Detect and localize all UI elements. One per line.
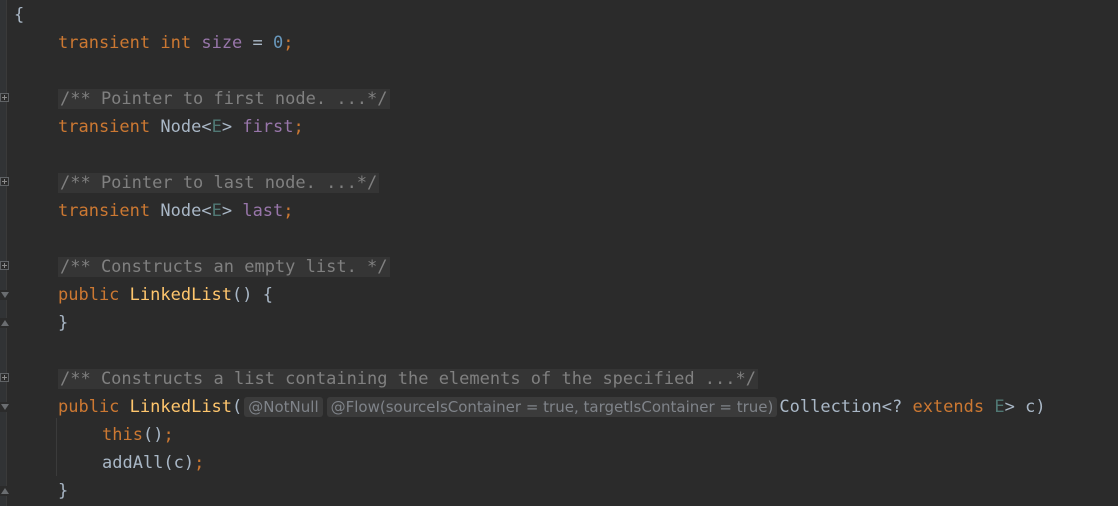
keyword: public (58, 285, 120, 305)
generic-close: > (221, 201, 233, 221)
close-brace: } (58, 481, 69, 501)
constructor-name: LinkedList (129, 397, 233, 417)
keyword: transient (58, 201, 151, 221)
semicolon: ; (194, 453, 205, 473)
type-keyword: int (160, 33, 192, 53)
fold-collapse-icon[interactable] (0, 290, 10, 300)
fold-expand-icon[interactable] (0, 177, 9, 186)
keyword: public (58, 397, 120, 417)
indent-guide (56, 418, 57, 476)
constructor-name: LinkedList (129, 285, 233, 305)
type-parameter: E (994, 397, 1005, 417)
field-name: size (201, 33, 243, 53)
fold-end-icon[interactable] (0, 486, 10, 496)
editor-gutter (0, 0, 7, 506)
generic-open: < (201, 117, 212, 137)
param-rest: > c) (1004, 397, 1046, 417)
type-name: Node (160, 117, 202, 137)
fold-expand-icon[interactable] (0, 373, 9, 382)
folded-doc-comment[interactable]: /** Constructs a list containing the ele… (58, 369, 758, 389)
code-line[interactable]: /** Constructs a list containing the ele… (58, 365, 758, 393)
code-line[interactable]: transient int size = 0; (58, 29, 294, 57)
semicolon: ; (283, 201, 294, 221)
close-brace: } (58, 313, 69, 333)
params: () { (232, 285, 273, 305)
call-parens: () (142, 425, 164, 445)
type-name: Collection<? (779, 397, 913, 417)
keyword-extends: extends (912, 397, 985, 417)
code-line[interactable]: public LinkedList(@NotNull @Flow(sourceIs… (58, 393, 1046, 421)
type-parameter: E (211, 201, 222, 221)
folded-doc-comment[interactable]: /** Pointer to first node. ...*/ (58, 89, 390, 109)
code-line[interactable]: } (58, 477, 68, 505)
semicolon: ; (283, 33, 294, 53)
keyword: transient (58, 33, 151, 53)
code-line[interactable]: public LinkedList() { (58, 281, 273, 309)
code-line[interactable]: { (14, 1, 24, 29)
inlay-hint-flow[interactable]: @Flow(sourceIsContainer = true, targetIs… (326, 397, 778, 417)
field-name: last (242, 201, 284, 221)
fold-end-icon[interactable] (0, 318, 10, 328)
field-name: first (242, 117, 294, 137)
code-line[interactable]: } (58, 309, 68, 337)
method-call: addAll(c) (102, 453, 195, 473)
code-line[interactable]: /** Pointer to last node. ...*/ (58, 169, 380, 197)
code-line[interactable]: transient Node<E> first; (58, 113, 304, 141)
fold-expand-icon[interactable] (0, 93, 9, 102)
fold-expand-icon[interactable] (0, 261, 9, 270)
code-line[interactable]: /** Pointer to first node. ...*/ (58, 85, 390, 113)
operator: = (242, 33, 274, 53)
type-name: Node (160, 201, 202, 221)
folded-doc-comment[interactable]: /** Pointer to last node. ...*/ (58, 173, 380, 193)
keyword: transient (58, 117, 151, 137)
keyword-this: this (102, 425, 143, 445)
code-line[interactable]: /** Constructs an empty list. */ (58, 253, 390, 281)
generic-open: < (201, 201, 212, 221)
inlay-hint-notnull[interactable]: @NotNull (244, 397, 323, 417)
code-line[interactable]: addAll(c); (102, 449, 204, 477)
type-parameter: E (211, 117, 222, 137)
fold-collapse-icon[interactable] (0, 402, 10, 412)
open-paren: ( (232, 397, 243, 417)
doc-comment[interactable]: /** Constructs an empty list. */ (58, 257, 390, 277)
code-line[interactable]: transient Node<E> last; (58, 197, 294, 225)
code-line[interactable]: this(); (102, 421, 174, 449)
open-brace: { (14, 5, 25, 25)
code-editor[interactable]: { transient int size = 0; /** Pointer to… (0, 0, 1118, 506)
semicolon: ; (293, 117, 304, 137)
semicolon: ; (163, 425, 174, 445)
number-literal: 0 (273, 33, 284, 53)
generic-close: > (221, 117, 233, 137)
